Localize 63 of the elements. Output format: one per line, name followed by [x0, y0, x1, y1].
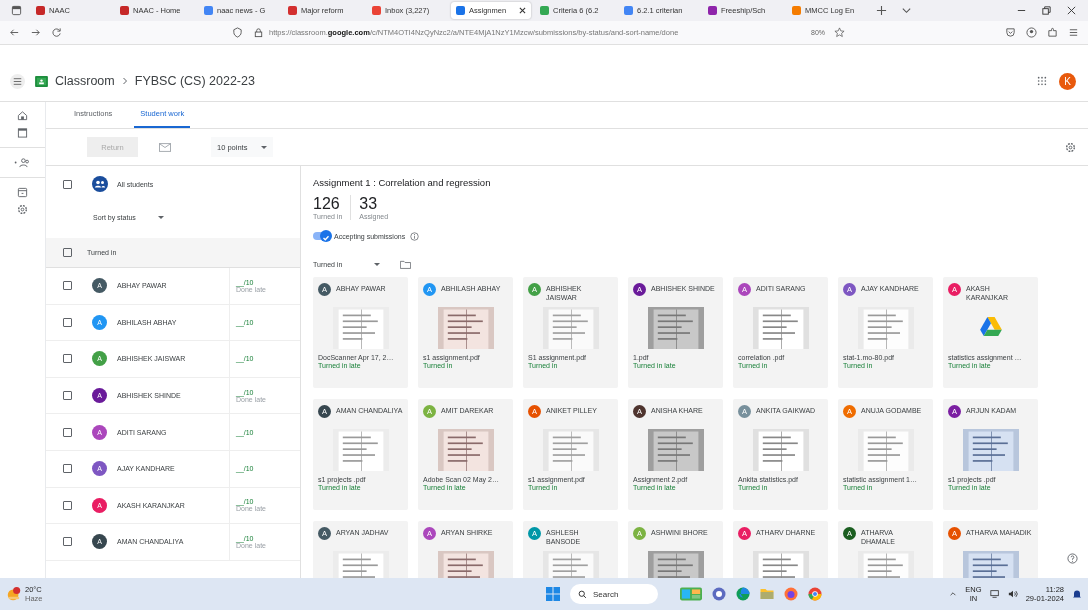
group-avatar-icon — [92, 176, 108, 192]
chevron-up-icon[interactable] — [949, 590, 958, 598]
new-tab-icon[interactable] — [876, 5, 887, 16]
checkbox[interactable] — [63, 248, 72, 257]
archive-icon[interactable] — [17, 187, 28, 198]
menu-icon[interactable] — [1068, 27, 1079, 38]
checkbox[interactable] — [63, 427, 72, 437]
weather-icon[interactable] — [6, 586, 22, 602]
tab-list-icon[interactable] — [11, 5, 22, 16]
firefox-icon[interactable] — [784, 587, 798, 601]
lock-icon — [253, 27, 264, 38]
close-icon[interactable] — [1066, 5, 1077, 16]
pocket-icon[interactable] — [1005, 27, 1016, 38]
help-icon[interactable] — [1067, 553, 1078, 564]
chevron-right-icon — [120, 77, 129, 85]
caret-icon — [261, 145, 268, 149]
user-avatar[interactable]: K — [1059, 72, 1076, 90]
search-field[interactable]: Search — [570, 584, 658, 604]
chrome-icon[interactable] — [808, 587, 822, 601]
check-icon — [322, 234, 330, 242]
info-icon[interactable] — [410, 231, 420, 241]
chat-icon[interactable] — [712, 587, 726, 601]
search-icon — [578, 589, 587, 599]
settings-icon[interactable] — [17, 204, 28, 215]
checkbox[interactable] — [63, 464, 72, 474]
breadcrumb-link[interactable]: Classroom — [55, 74, 115, 88]
checkbox[interactable] — [63, 179, 72, 189]
forward-icon[interactable] — [30, 27, 41, 38]
restore-icon[interactable] — [1041, 5, 1052, 16]
checkbox[interactable] — [63, 500, 72, 510]
assignment-title: Assignment 1 : Correlation and regression — [313, 177, 492, 188]
caret-icon — [374, 262, 381, 266]
checkbox[interactable] — [63, 354, 72, 364]
home-icon[interactable] — [17, 110, 28, 121]
toggle-switch[interactable] — [313, 232, 330, 240]
stat-count: 126 — [313, 195, 341, 213]
close-icon[interactable] — [519, 7, 526, 14]
people-icon[interactable] — [14, 157, 31, 168]
extensions-icon[interactable] — [1047, 27, 1058, 38]
checkbox[interactable] — [63, 391, 72, 401]
caret-icon — [157, 215, 164, 219]
back-icon[interactable] — [9, 27, 20, 38]
stat-count: 33 — [359, 195, 379, 213]
settings-icon[interactable] — [1065, 141, 1076, 153]
shield-icon — [232, 27, 243, 38]
checkbox[interactable] — [63, 537, 72, 547]
classroom-logo-icon[interactable] — [35, 75, 48, 87]
start-icon[interactable] — [546, 587, 560, 601]
menu-icon[interactable] — [10, 73, 25, 89]
drive-icon — [979, 317, 1002, 336]
breadcrumb-link[interactable]: FYBSC (CS) 2022-23 — [134, 74, 255, 88]
edge-icon[interactable] — [736, 587, 750, 601]
checkbox[interactable] — [63, 281, 72, 291]
checkbox[interactable] — [63, 317, 72, 327]
reload-icon[interactable] — [51, 27, 62, 38]
account-icon[interactable] — [1026, 27, 1037, 38]
apps-grid-icon[interactable] — [1037, 76, 1047, 86]
speaker-icon[interactable] — [1007, 589, 1018, 599]
folder-icon[interactable] — [400, 259, 412, 269]
chevron-down-icon[interactable] — [901, 5, 912, 16]
calendar-icon[interactable] — [17, 127, 28, 138]
bell-icon[interactable] — [1072, 589, 1082, 599]
star-icon[interactable] — [834, 27, 845, 38]
